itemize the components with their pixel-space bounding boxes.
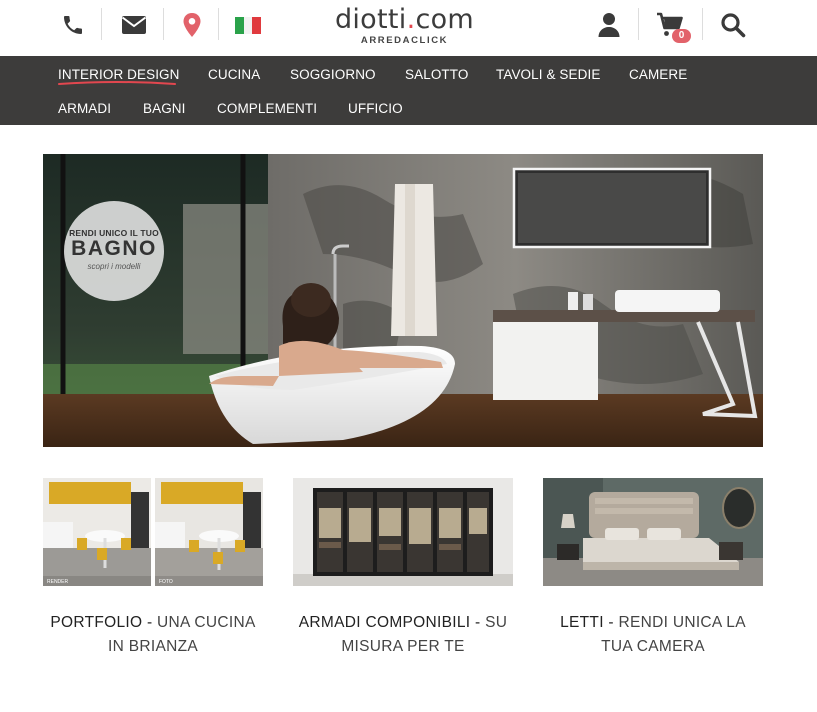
kitchen-render-photo-image: RENDER FOTO <box>43 478 263 586</box>
logo-tld: com <box>415 4 475 35</box>
hero-badge[interactable]: RENDI UNICO IL TUO BAGNO scopri i modell… <box>64 201 164 301</box>
nav-item-soggiorno[interactable]: SOGGIORNO <box>290 67 376 82</box>
card-title-strong: LETTI - <box>560 614 614 631</box>
hero-badge-cta: scopri i modelli <box>87 262 141 271</box>
nav-item-tavoli-sedie[interactable]: TAVOLI & SEDIE <box>496 67 600 82</box>
card-title-armadi[interactable]: ARMADI COMPONIBILI - SU MISURA PER TE <box>293 611 513 659</box>
card-image-portfolio-cucina[interactable]: RENDER FOTO <box>43 478 263 586</box>
active-nav-underline <box>58 81 176 85</box>
card-title-rest: RENDI UNICA LA TUA CAMERA <box>601 614 746 655</box>
card-image-letti[interactable] <box>543 478 763 586</box>
nav-item-bagni[interactable]: BAGNI <box>143 101 186 116</box>
nav-item-interior-design[interactable]: INTERIOR DESIGN <box>58 67 180 82</box>
nav-item-camere[interactable]: CAMERE <box>629 67 687 82</box>
site-logo[interactable]: diotti.com ARREDACLICK <box>322 4 487 46</box>
card-title-strong: ARMADI COMPONIBILI - <box>298 614 481 631</box>
logo-subtitle: ARREDACLICK <box>360 35 449 46</box>
mail-icon[interactable] <box>119 10 149 40</box>
bedroom-image <box>543 478 763 586</box>
logo-text: diotti <box>334 4 407 35</box>
phone-icon[interactable] <box>58 10 88 40</box>
nav-item-complementi[interactable]: COMPLEMENTI <box>217 101 317 116</box>
wardrobe-image <box>293 478 513 586</box>
render-label: RENDER <box>47 579 69 585</box>
photo-label: FOTO <box>159 579 173 585</box>
hero-bathroom-image <box>43 154 763 447</box>
italy-flag-icon[interactable] <box>233 10 263 40</box>
top-header: diotti.com ARREDACLICK 0 <box>0 0 817 56</box>
nav-item-salotto[interactable]: SALOTTO <box>405 67 468 82</box>
hero-banner-bagno[interactable]: RENDI UNICO IL TUO BAGNO scopri i modell… <box>43 154 763 447</box>
card-title-letti[interactable]: LETTI - RENDI UNICA LA TUA CAMERA <box>543 611 763 659</box>
nav-item-cucina[interactable]: CUCINA <box>208 67 260 82</box>
card-image-armadi[interactable] <box>293 478 513 586</box>
cart-count-badge: 0 <box>672 29 691 43</box>
card-title-strong: PORTFOLIO - <box>50 614 153 631</box>
card-title-portfolio[interactable]: PORTFOLIO - UNA CUCINA IN BRIANZA <box>43 611 263 659</box>
hero-badge-title: BAGNO <box>71 237 157 260</box>
nav-item-ufficio[interactable]: UFFICIO <box>348 101 403 116</box>
search-icon[interactable] <box>718 10 748 40</box>
user-icon[interactable] <box>594 10 624 40</box>
nav-item-armadi[interactable]: ARMADI <box>58 101 111 116</box>
main-navigation: INTERIOR DESIGN CUCINA SOGGIORNO SALOTTO… <box>0 56 817 125</box>
location-icon[interactable] <box>177 10 207 40</box>
